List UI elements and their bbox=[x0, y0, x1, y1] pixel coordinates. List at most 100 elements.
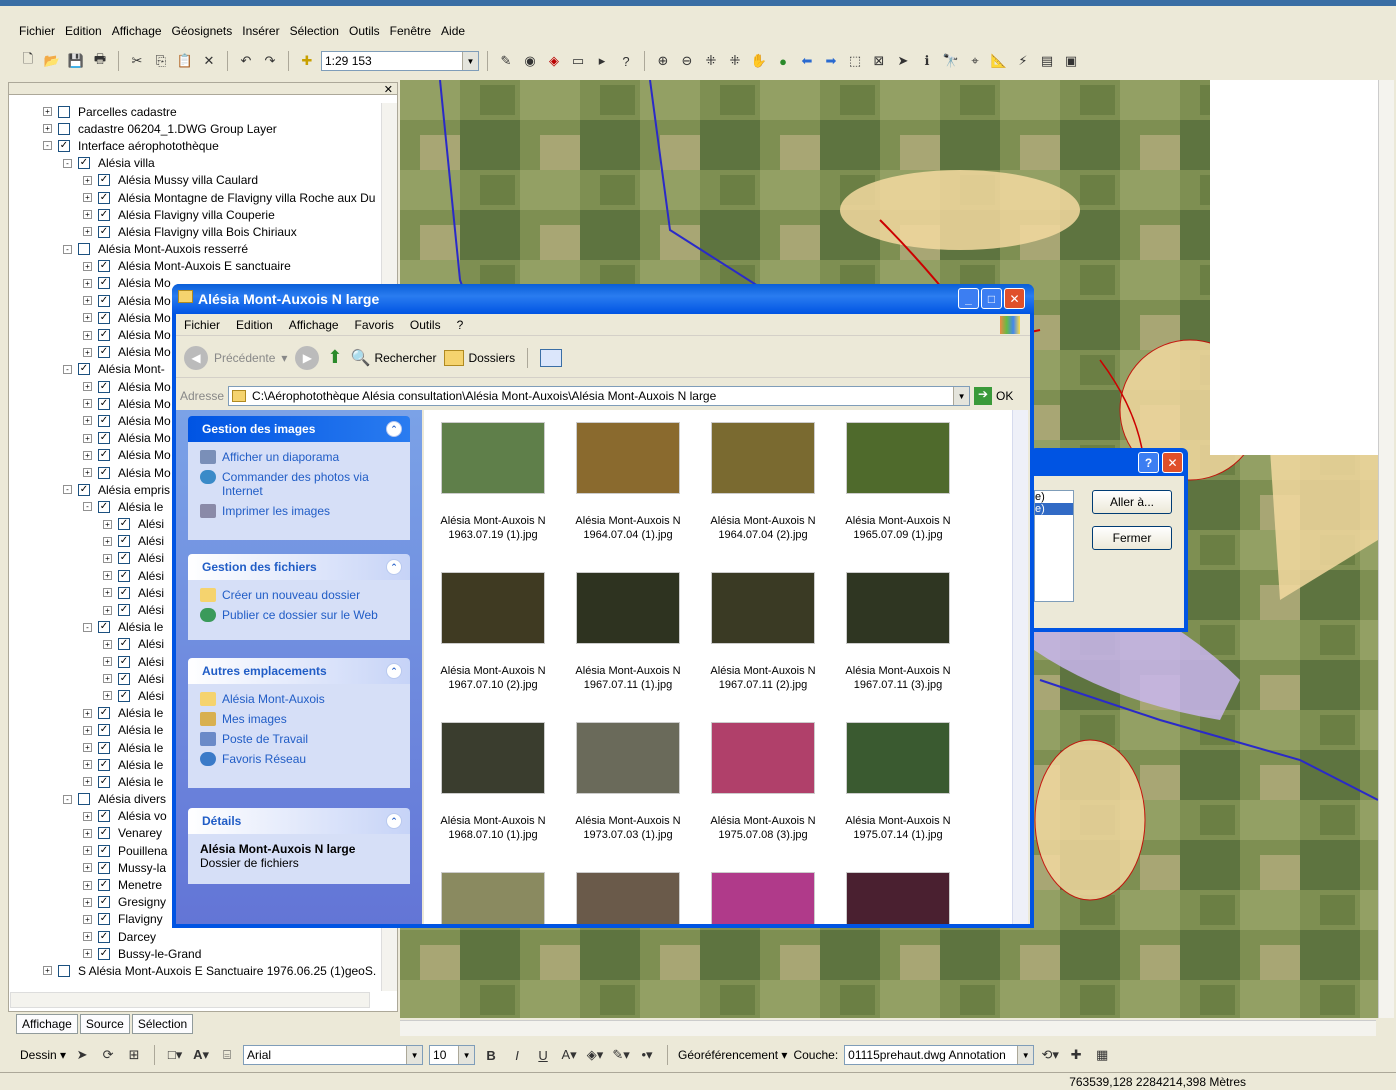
collapse-icon[interactable]: - bbox=[43, 141, 52, 151]
layer-visibility-checkbox[interactable]: ✓ bbox=[98, 466, 110, 479]
toc-tab[interactable]: Sélection bbox=[131, 1014, 194, 1034]
command-icon[interactable]: ▸ bbox=[592, 51, 612, 71]
layer-visibility-checkbox[interactable]: ✓ bbox=[118, 552, 130, 565]
layer-visibility-checkbox[interactable]: ✓ bbox=[98, 707, 110, 720]
expand-icon[interactable]: + bbox=[43, 107, 52, 117]
map-vertical-scrollbar[interactable] bbox=[1378, 80, 1394, 1018]
expand-icon[interactable]: + bbox=[83, 347, 92, 357]
layer-visibility-checkbox[interactable] bbox=[58, 964, 70, 977]
file-thumbnail[interactable] bbox=[563, 872, 693, 924]
file-thumbnail[interactable]: Alésia Mont-Auxois N 1975.07.14 (1).jpg bbox=[833, 722, 963, 842]
views-icon[interactable] bbox=[540, 348, 563, 367]
expand-icon[interactable]: + bbox=[83, 210, 92, 220]
explorer-menu-item[interactable]: Edition bbox=[236, 318, 273, 332]
expand-icon[interactable]: + bbox=[83, 914, 92, 924]
italic-icon[interactable]: I bbox=[507, 1045, 527, 1065]
goto-xy-icon[interactable]: ⌖ bbox=[965, 51, 985, 71]
zoom-page-icon[interactable]: ⊞ bbox=[124, 1045, 144, 1065]
expand-icon[interactable]: + bbox=[103, 571, 112, 581]
layer-visibility-checkbox[interactable]: ✓ bbox=[98, 414, 110, 427]
menu-item[interactable]: Edition bbox=[64, 24, 103, 38]
layer-visibility-checkbox[interactable]: ✓ bbox=[98, 827, 110, 840]
select-elements-icon[interactable]: ➤ bbox=[893, 51, 913, 71]
toc-layer-row[interactable]: + cadastre 06204_1.DWG Group Layer bbox=[9, 120, 381, 137]
toc-layer-row[interactable]: - Alésia Mont-Auxois resserré bbox=[9, 241, 381, 258]
search-button[interactable]: 🔍 Rechercher bbox=[351, 348, 437, 368]
layer-visibility-checkbox[interactable]: ✓ bbox=[98, 724, 110, 737]
help-icon[interactable]: ? bbox=[1138, 452, 1159, 473]
expand-icon[interactable]: + bbox=[103, 657, 112, 667]
chevron-down-icon[interactable]: ▼ bbox=[1017, 1046, 1034, 1064]
layer-visibility-checkbox[interactable]: ✓ bbox=[78, 157, 90, 170]
publish-web-link[interactable]: Publier ce dossier sur le Web bbox=[200, 608, 398, 622]
fill-color-icon[interactable]: ◈▾ bbox=[585, 1045, 605, 1065]
place-link[interactable]: Poste de Travail bbox=[200, 732, 398, 746]
forward-extent-icon[interactable]: ➡ bbox=[821, 51, 841, 71]
arcmap-icon[interactable]: ◉ bbox=[520, 51, 540, 71]
file-thumbnail[interactable]: Alésia Mont-Auxois N 1964.07.04 (1).jpg bbox=[563, 422, 693, 542]
menu-item[interactable]: Sélection bbox=[289, 24, 340, 38]
expand-icon[interactable]: + bbox=[43, 124, 52, 134]
expand-icon[interactable]: + bbox=[83, 296, 92, 306]
layer-visibility-checkbox[interactable]: ✓ bbox=[98, 861, 110, 874]
expand-icon[interactable]: + bbox=[83, 433, 92, 443]
cut-icon[interactable]: ✂ bbox=[127, 51, 147, 71]
menu-item[interactable]: Fichier bbox=[18, 24, 56, 38]
collapse-icon[interactable]: ⌃ bbox=[386, 559, 402, 575]
expand-icon[interactable]: + bbox=[103, 519, 112, 529]
expand-icon[interactable]: + bbox=[83, 261, 92, 271]
file-thumbnail[interactable]: Alésia Mont-Auxois N 1967.07.11 (2).jpg bbox=[698, 572, 828, 692]
explorer-title-bar[interactable]: Alésia Mont-Auxois N large bbox=[172, 284, 1034, 314]
layer-visibility-checkbox[interactable]: ✓ bbox=[118, 518, 130, 531]
explorer-menu-item[interactable]: ? bbox=[457, 318, 464, 332]
file-view-scrollbar[interactable] bbox=[1012, 410, 1028, 924]
menu-item[interactable]: Affichage bbox=[111, 24, 163, 38]
file-thumbnail[interactable]: Alésia Mont-Auxois N 1968.07.10 (1).jpg bbox=[428, 722, 558, 842]
file-thumbnail[interactable]: Alésia Mont-Auxois N 1973.07.03 (1).jpg bbox=[563, 722, 693, 842]
editor-icon[interactable]: ✎ bbox=[496, 51, 516, 71]
pan-icon[interactable]: ✋ bbox=[749, 51, 769, 71]
expand-icon[interactable]: + bbox=[83, 313, 92, 323]
add-data-icon[interactable]: ✚ bbox=[297, 51, 317, 71]
explorer-menu-item[interactable]: Fichier bbox=[184, 318, 220, 332]
layer-visibility-checkbox[interactable] bbox=[58, 105, 70, 118]
close-icon[interactable]: ✕ bbox=[384, 83, 393, 96]
layer-visibility-checkbox[interactable]: ✓ bbox=[118, 672, 130, 685]
select-arrow-icon[interactable]: ➤ bbox=[72, 1045, 92, 1065]
collapse-icon[interactable]: ⌃ bbox=[386, 421, 402, 437]
layer-visibility-checkbox[interactable]: ✓ bbox=[118, 604, 130, 617]
toc-tab[interactable]: Source bbox=[79, 1014, 130, 1034]
toc-layer-row[interactable]: - ✓ Alésia villa bbox=[9, 155, 381, 172]
image-tasks-header[interactable]: Gestion des images ⌃ bbox=[188, 416, 410, 442]
file-thumbnail[interactable]: Alésia Mont-Auxois N 1967.07.11 (1).jpg bbox=[563, 572, 693, 692]
expand-icon[interactable]: + bbox=[83, 949, 92, 959]
fixed-zoom-out-icon[interactable]: ⁜ bbox=[725, 51, 745, 71]
layer-visibility-checkbox[interactable]: ✓ bbox=[118, 655, 130, 668]
close-button[interactable]: Fermer bbox=[1092, 526, 1172, 550]
toc-layer-row[interactable]: - ✓ Interface aérophotothèque bbox=[9, 137, 381, 154]
rectangle-icon[interactable]: □▾ bbox=[165, 1045, 185, 1065]
new-icon[interactable]: 🗋 bbox=[18, 51, 38, 71]
viewer-icon[interactable]: ▣ bbox=[1061, 51, 1081, 71]
file-thumbnail[interactable] bbox=[428, 872, 558, 924]
file-thumbnail[interactable]: Alésia Mont-Auxois N 1965.07.09 (1).jpg bbox=[833, 422, 963, 542]
expand-icon[interactable]: + bbox=[83, 708, 92, 718]
new-folder-link[interactable]: Créer un nouveau dossier bbox=[200, 588, 398, 602]
explorer-menu-item[interactable]: Favoris bbox=[355, 318, 394, 332]
expand-icon[interactable]: + bbox=[83, 846, 92, 856]
measure-icon[interactable]: 📐 bbox=[989, 51, 1009, 71]
expand-icon[interactable]: + bbox=[103, 605, 112, 615]
line-color-icon[interactable]: ✎▾ bbox=[611, 1045, 631, 1065]
layer-visibility-checkbox[interactable]: ✓ bbox=[118, 535, 130, 548]
toc-layer-row[interactable]: + ✓ Darcey bbox=[9, 928, 381, 945]
layer-visibility-checkbox[interactable]: ✓ bbox=[98, 277, 110, 290]
expand-icon[interactable]: + bbox=[83, 175, 92, 185]
go-button[interactable]: OK bbox=[996, 389, 1013, 403]
print-icon[interactable]: 🖶 bbox=[90, 51, 110, 71]
toc-layer-row[interactable]: + ✓ Alésia Mont-Auxois E sanctuaire bbox=[9, 258, 381, 275]
expand-icon[interactable]: + bbox=[83, 227, 92, 237]
layer-visibility-checkbox[interactable]: ✓ bbox=[98, 294, 110, 307]
expand-icon[interactable]: + bbox=[83, 278, 92, 288]
layer-visibility-checkbox[interactable]: ✓ bbox=[98, 329, 110, 342]
menu-item[interactable]: Outils bbox=[348, 24, 381, 38]
